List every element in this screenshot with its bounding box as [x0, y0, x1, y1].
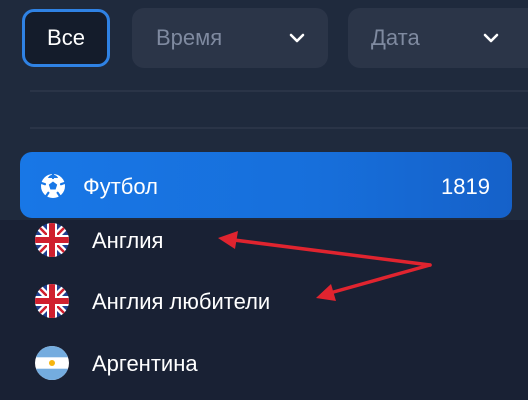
time-dropdown-label: Время — [156, 25, 223, 50]
filter-all-button[interactable]: Все — [22, 9, 110, 67]
sport-row-football[interactable]: Футбол 1819 — [20, 152, 512, 218]
england-flag-icon — [35, 284, 69, 318]
england-flag-icon — [35, 223, 69, 257]
country-label: Англия — [92, 228, 164, 253]
divider — [30, 90, 528, 92]
filter-all-label: Все — [47, 25, 85, 50]
country-label: Аргентина — [92, 351, 198, 376]
list-item-england-amateur[interactable]: Англия любители — [0, 272, 528, 330]
sport-count: 1819 — [441, 174, 490, 199]
time-dropdown[interactable]: Время — [132, 8, 328, 68]
argentina-flag-icon — [35, 346, 69, 380]
chevron-down-icon — [483, 33, 499, 43]
list-item-england[interactable]: Англия — [0, 211, 528, 269]
country-label: Англия любители — [92, 289, 271, 314]
date-dropdown-label: Дата — [371, 25, 420, 50]
divider — [30, 127, 528, 129]
date-dropdown[interactable]: Дата — [348, 8, 528, 68]
list-item-argentina[interactable]: Аргентина — [0, 334, 528, 392]
soccer-ball-icon — [40, 173, 66, 198]
sport-label: Футбол — [83, 174, 158, 199]
chevron-down-icon — [289, 33, 305, 43]
